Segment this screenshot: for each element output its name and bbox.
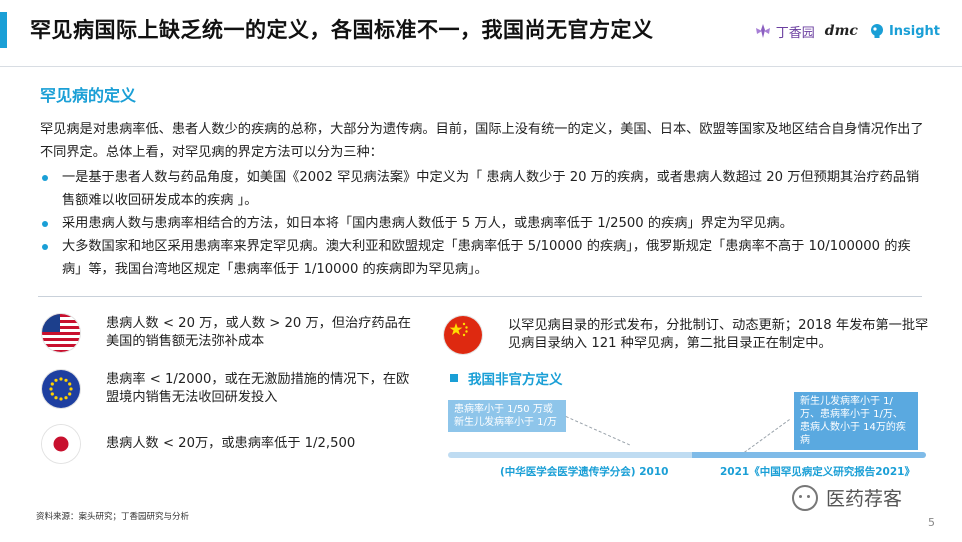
wechat-watermark: 医药荐客 bbox=[792, 484, 902, 511]
insight-logo-text: Insight bbox=[888, 23, 940, 39]
header-divider bbox=[0, 66, 962, 67]
wechat-icon bbox=[792, 484, 818, 511]
timeline-box-2021: 新生儿发病率小于 1/万、患病率小于 1/万、患病人数小于 14万的疾病 bbox=[794, 392, 918, 450]
definition-eu: 患病率 < 1/2000，或在无激励措施的情况下，在欧盟境内销售无法收回研发投入 bbox=[42, 370, 422, 408]
usa-flag-icon bbox=[42, 314, 80, 352]
list-item-text: 大多数国家和地区采用患病率来界定罕见病。澳大利亚和欧盟规定「患病率低于 5/10… bbox=[62, 239, 911, 277]
definition-usa-text: 患病人数 < 20 万，或人数 > 20 万，但治疗药品在美国的销售额无法弥补成… bbox=[106, 316, 411, 349]
heading-square-icon bbox=[450, 374, 458, 382]
list-item: 采用患病人数与患病率相结合的方法，如日本将「国内患病人数低于 5 万人，或患病率… bbox=[40, 212, 930, 235]
bullet-dot bbox=[42, 221, 48, 227]
china-flag-icon bbox=[444, 316, 482, 354]
definition-japan-text: 患病人数 < 20万，或患病率低于 1/2,500 bbox=[106, 436, 356, 451]
unofficial-heading-text: 我国非官方定义 bbox=[468, 372, 563, 388]
timeline-connector bbox=[565, 416, 630, 446]
definition-japan: 患病人数 < 20万，或患病率低于 1/2,500 bbox=[42, 425, 422, 463]
logo-group: 丁香园 dmc Insight bbox=[754, 18, 940, 44]
list-item-text: 采用患病人数与患病率相结合的方法，如日本将「国内患病人数低于 5 万人，或患病率… bbox=[62, 216, 793, 231]
title-accent-bar bbox=[0, 12, 7, 48]
method-list: 一是基于患者人数与药品角度，如美国《2002 罕见病法案》中定义为「 患病人数少… bbox=[40, 166, 930, 281]
list-item: 大多数国家和地区采用患病率来界定罕见病。澳大利亚和欧盟规定「患病率低于 5/10… bbox=[40, 235, 930, 281]
insight-bulb-icon bbox=[870, 24, 883, 38]
dmc-logo: dmc bbox=[824, 23, 858, 39]
section-heading: 罕见病的定义 bbox=[40, 86, 137, 105]
insight-logo: Insight bbox=[868, 22, 940, 40]
japan-flag-icon bbox=[42, 425, 80, 463]
definition-eu-text: 患病率 < 1/2000，或在无激励措施的情况下，在欧盟境内销售无法收回研发投入 bbox=[106, 372, 410, 405]
bullet-dot bbox=[42, 244, 48, 250]
timeline-label-2010: (中华医学会医学遗传学分会) 2010 bbox=[500, 466, 669, 478]
dxy-logo-text: 丁香园 bbox=[775, 25, 815, 41]
definition-usa: 患病人数 < 20 万，或人数 > 20 万，但治疗药品在美国的销售额无法弥补成… bbox=[42, 314, 422, 352]
definition-china: 以罕见病目录的形式发布，分批制订、动态更新；2018 年发布第一批罕见病目录纳入… bbox=[444, 316, 934, 354]
timeline-connector bbox=[744, 419, 790, 453]
source-note: 资料来源：案头研究；丁香园研究与分析 bbox=[36, 512, 190, 522]
list-item-text: 一是基于患者人数与药品角度，如美国《2002 罕见病法案》中定义为「 患病人数少… bbox=[62, 170, 920, 208]
unofficial-heading: 我国非官方定义 bbox=[450, 368, 563, 388]
slide-title: 罕见病国际上缺乏统一的定义，各国标准不一，我国尚无官方定义 bbox=[30, 18, 654, 42]
slide-header: 罕见病国际上缺乏统一的定义，各国标准不一，我国尚无官方定义 丁香园 dmc In… bbox=[0, 0, 962, 62]
section-divider bbox=[38, 296, 922, 297]
timeline-label-2021: 2021《中国罕见病定义研究报告2021》 bbox=[720, 466, 915, 478]
timeline-segment-2021 bbox=[692, 452, 926, 458]
timeline-segment-2010 bbox=[448, 452, 692, 458]
eu-flag-icon bbox=[42, 370, 80, 408]
clove-icon bbox=[755, 24, 770, 38]
bullet-dot bbox=[42, 175, 48, 181]
page-number: 5 bbox=[928, 516, 935, 529]
watermark-text: 医药荐客 bbox=[826, 488, 903, 510]
intro-paragraph: 罕见病是对患病率低、患者人数少的疾病的总称，大部分为遗传病。目前，国际上没有统一… bbox=[40, 122, 924, 160]
definition-china-text: 以罕见病目录的形式发布，分批制订、动态更新；2018 年发布第一批罕见病目录纳入… bbox=[508, 318, 929, 351]
dxy-logo: 丁香园 bbox=[754, 22, 815, 41]
list-item: 一是基于患者人数与药品角度，如美国《2002 罕见病法案》中定义为「 患病人数少… bbox=[40, 166, 930, 212]
timeline-box-2010: 患病率小于 1/50 万或新生儿发病率小于 1/万 bbox=[448, 400, 566, 432]
timeline-bar bbox=[448, 452, 926, 458]
definition-timeline: 患病率小于 1/50 万或新生儿发病率小于 1/万 新生儿发病率小于 1/万、患… bbox=[448, 392, 938, 482]
